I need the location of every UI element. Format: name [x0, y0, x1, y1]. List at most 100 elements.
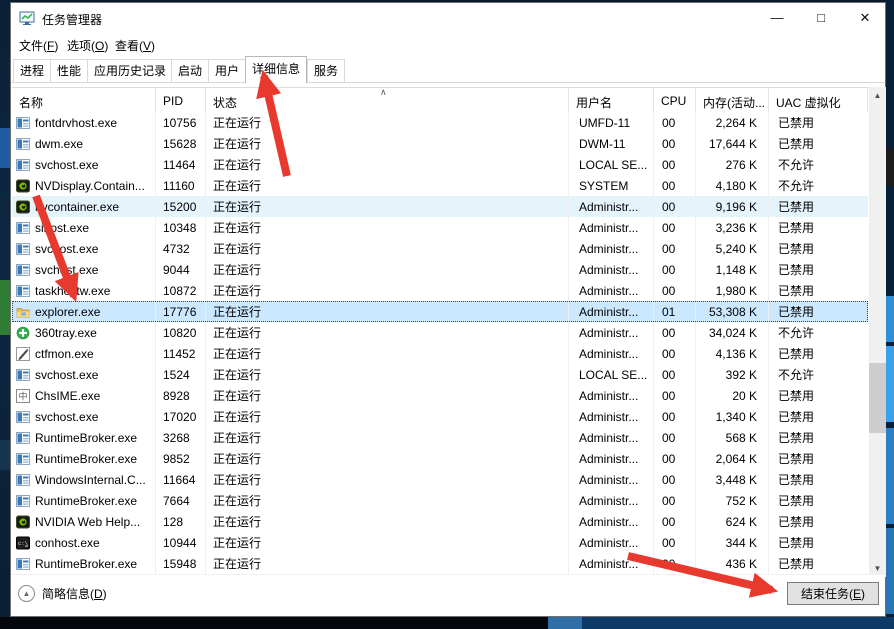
- cell-user: Administr...: [569, 217, 654, 238]
- cell-user: Administr...: [569, 553, 654, 574]
- close-button[interactable]: ✕: [845, 3, 885, 32]
- cell-uac: 已禁用: [769, 133, 868, 154]
- tab-users[interactable]: 用户: [208, 59, 246, 82]
- table-row[interactable]: svchost.exe 11464 正在运行 LOCAL SE... 00 27…: [12, 154, 868, 175]
- column-header-name[interactable]: 名称: [12, 88, 156, 112]
- tab-app-history[interactable]: 应用历史记录: [87, 59, 173, 82]
- cell-name: RuntimeBroker.exe: [12, 448, 156, 469]
- window-icon: [16, 263, 30, 277]
- column-header-uac[interactable]: UAC 虚拟化: [769, 88, 868, 112]
- table-row[interactable]: RuntimeBroker.exe 15948 正在运行 Administr..…: [12, 553, 868, 574]
- cell-uac: 已禁用: [769, 280, 868, 301]
- cell-uac: 已禁用: [769, 343, 868, 364]
- fewer-details-toggle[interactable]: ▲ 简略信息(D): [18, 585, 107, 602]
- table-row[interactable]: nvcontainer.exe 15200 正在运行 Administr... …: [12, 196, 868, 217]
- end-task-button[interactable]: 结束任务(E): [787, 582, 879, 605]
- desktop-edge-left: [0, 0, 10, 629]
- cell-name: WindowsInternal.C...: [12, 469, 156, 490]
- cell-status: 正在运行: [206, 364, 569, 385]
- window-icon: [16, 410, 30, 424]
- table-row[interactable]: svchost.exe 1524 正在运行 LOCAL SE... 00 392…: [12, 364, 868, 385]
- cell-cpu: 00: [654, 553, 696, 574]
- table-row[interactable]: NVIDIA Web Help... 128 正在运行 Administr...…: [12, 511, 868, 532]
- nvidia-icon: [16, 179, 30, 193]
- tab-performance[interactable]: 性能: [50, 59, 88, 82]
- folder-icon: [16, 305, 30, 319]
- cell-pid: 10872: [156, 280, 206, 301]
- table-row[interactable]: c:\conhost.exe 10944 正在运行 Administr... 0…: [12, 532, 868, 553]
- cell-status: 正在运行: [206, 280, 569, 301]
- cell-status: 正在运行: [206, 490, 569, 511]
- cell-cpu: 00: [654, 217, 696, 238]
- cell-user: Administr...: [569, 238, 654, 259]
- column-header-user[interactable]: 用户名: [569, 88, 654, 112]
- table-row[interactable]: svchost.exe 4732 正在运行 Administr... 00 5,…: [12, 238, 868, 259]
- table-row[interactable]: WindowsInternal.C... 11664 正在运行 Administ…: [12, 469, 868, 490]
- cell-uac: 已禁用: [769, 490, 868, 511]
- cell-user: Administr...: [569, 385, 654, 406]
- cell-memory: 2,264 K: [696, 112, 769, 133]
- cell-pid: 128: [156, 511, 206, 532]
- table-row[interactable]: NVDisplay.Contain... 11160 正在运行 SYSTEM 0…: [12, 175, 868, 196]
- console-icon: c:\: [16, 536, 30, 550]
- table-row[interactable]: taskhostw.exe 10872 正在运行 Administr... 00…: [12, 280, 868, 301]
- cell-status: 正在运行: [206, 133, 569, 154]
- cell-status: 正在运行: [206, 196, 569, 217]
- table-row[interactable]: 中ChsIME.exe 8928 正在运行 Administr... 00 20…: [12, 385, 868, 406]
- column-header-cpu[interactable]: CPU: [654, 88, 696, 112]
- cell-user: SYSTEM: [569, 175, 654, 196]
- column-header-memory[interactable]: 内存(活动...: [696, 88, 769, 112]
- cell-uac: 已禁用: [769, 112, 868, 133]
- menu-options[interactable]: 选项(O): [67, 37, 108, 54]
- table-rows: fontdrvhost.exe 10756 正在运行 UMFD-11 00 2,…: [12, 112, 868, 574]
- cell-pid: 10756: [156, 112, 206, 133]
- table-row[interactable]: RuntimeBroker.exe 3268 正在运行 Administr...…: [12, 427, 868, 448]
- cell-status: 正在运行: [206, 322, 569, 343]
- cell-memory: 9,196 K: [696, 196, 769, 217]
- table-row[interactable]: fontdrvhost.exe 10756 正在运行 UMFD-11 00 2,…: [12, 112, 868, 133]
- menu-file[interactable]: 文件(F): [19, 37, 58, 54]
- table-row[interactable]: svchost.exe 9044 正在运行 Administr... 00 1,…: [12, 259, 868, 280]
- scrollbar-thumb[interactable]: [869, 363, 886, 433]
- tab-processes[interactable]: 进程: [13, 59, 51, 82]
- column-header-status[interactable]: 状态: [206, 88, 569, 112]
- cell-user: Administr...: [569, 343, 654, 364]
- window-icon: [16, 242, 30, 256]
- maximize-button[interactable]: □: [801, 3, 841, 32]
- cell-user: Administr...: [569, 532, 654, 553]
- tab-services[interactable]: 服务: [307, 59, 345, 82]
- vertical-scrollbar[interactable]: ▲ ▼: [869, 87, 886, 577]
- window-icon: [16, 284, 30, 298]
- tab-startup[interactable]: 启动: [171, 59, 209, 82]
- cell-name: RuntimeBroker.exe: [12, 427, 156, 448]
- cell-pid: 10820: [156, 322, 206, 343]
- table-row[interactable]: RuntimeBroker.exe 9852 正在运行 Administr...…: [12, 448, 868, 469]
- cell-status: 正在运行: [206, 259, 569, 280]
- cell-user: Administr...: [569, 259, 654, 280]
- cell-cpu: 00: [654, 154, 696, 175]
- cell-cpu: 00: [654, 112, 696, 133]
- cell-pid: 15948: [156, 553, 206, 574]
- table-row[interactable]: ctfmon.exe 11452 正在运行 Administr... 00 4,…: [12, 343, 868, 364]
- table-row[interactable]: explorer.exe 17776 正在运行 Administr... 01 …: [12, 301, 868, 322]
- pen-icon: [16, 347, 30, 361]
- table-row[interactable]: dwm.exe 15628 正在运行 DWM-11 00 17,644 K 已禁…: [12, 133, 868, 154]
- cell-pid: 10348: [156, 217, 206, 238]
- cell-memory: 3,448 K: [696, 469, 769, 490]
- cell-memory: 4,180 K: [696, 175, 769, 196]
- cell-uac: 已禁用: [769, 448, 868, 469]
- cell-uac: 已禁用: [769, 238, 868, 259]
- window-icon: [16, 473, 30, 487]
- tab-details[interactable]: 详细信息: [245, 56, 307, 83]
- table-row[interactable]: svchost.exe 17020 正在运行 Administr... 00 1…: [12, 406, 868, 427]
- table-row[interactable]: RuntimeBroker.exe 7664 正在运行 Administr...…: [12, 490, 868, 511]
- window-icon: [16, 137, 30, 151]
- table-row[interactable]: sihost.exe 10348 正在运行 Administr... 00 3,…: [12, 217, 868, 238]
- scroll-up-icon[interactable]: ▲: [869, 87, 886, 104]
- cell-user: DWM-11: [569, 133, 654, 154]
- menu-view[interactable]: 查看(V): [115, 37, 155, 54]
- column-header-pid[interactable]: PID: [156, 88, 206, 112]
- minimize-button[interactable]: —: [757, 3, 797, 32]
- table-row[interactable]: 360tray.exe 10820 正在运行 Administr... 00 3…: [12, 322, 868, 343]
- svg-text:中: 中: [18, 390, 27, 401]
